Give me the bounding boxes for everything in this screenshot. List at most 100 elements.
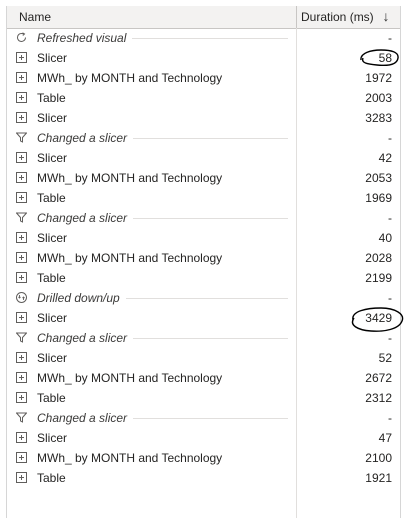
query-row[interactable]: Slicer 42 <box>7 148 400 168</box>
separator-line <box>133 338 288 339</box>
expand-icon[interactable] <box>16 72 27 83</box>
expand-icon[interactable] <box>16 432 27 443</box>
duration-value: 1969 <box>365 191 392 205</box>
query-row[interactable]: Table 1969 <box>7 188 400 208</box>
query-row[interactable]: Slicer 3429 <box>7 308 400 328</box>
event-row[interactable]: Changed a slicer - <box>7 408 400 428</box>
query-row[interactable]: Slicer 3283 <box>7 108 400 128</box>
row-label: Slicer <box>37 431 68 445</box>
event-row[interactable]: Drilled down/up - <box>7 288 400 308</box>
event-row[interactable]: Changed a slicer - <box>7 128 400 148</box>
expand-icon[interactable] <box>16 192 27 203</box>
query-row[interactable]: Table 2003 <box>7 88 400 108</box>
query-row[interactable]: Table 2312 <box>7 388 400 408</box>
row-label: Slicer <box>37 231 68 245</box>
duration-value: 52 <box>378 351 392 365</box>
row-label: MWh_ by MONTH and Technology <box>37 171 223 185</box>
duration-value: 2100 <box>365 451 392 465</box>
row-label: Table <box>37 471 66 485</box>
query-row[interactable]: MWh_ by MONTH and Technology 2028 <box>7 248 400 268</box>
separator-line <box>132 38 288 39</box>
duration-value: - <box>388 411 392 425</box>
row-label: Slicer <box>37 111 68 125</box>
row-label: Changed a slicer <box>37 131 128 145</box>
expand-icon[interactable] <box>16 92 27 103</box>
row-label: Slicer <box>37 311 68 325</box>
event-row[interactable]: Changed a slicer - <box>7 208 400 228</box>
query-row[interactable]: MWh_ by MONTH and Technology 1972 <box>7 68 400 88</box>
query-row[interactable]: MWh_ by MONTH and Technology 2672 <box>7 368 400 388</box>
row-label: Slicer <box>37 51 68 65</box>
row-label: MWh_ by MONTH and Technology <box>37 71 223 85</box>
expand-icon[interactable] <box>16 312 27 323</box>
row-label: MWh_ by MONTH and Technology <box>37 371 223 385</box>
row-label: Changed a slicer <box>37 331 128 345</box>
query-row[interactable]: Table 1921 <box>7 468 400 488</box>
separator-line <box>126 298 288 299</box>
duration-value: 1921 <box>365 471 392 485</box>
row-label: Table <box>37 191 66 205</box>
row-label: Changed a slicer <box>37 411 128 425</box>
expand-icon[interactable] <box>16 172 27 183</box>
expand-icon[interactable] <box>16 392 27 403</box>
filter-icon <box>15 212 28 223</box>
query-row[interactable]: Slicer 40 <box>7 228 400 248</box>
row-label: Slicer <box>37 151 68 165</box>
duration-value: 42 <box>378 151 392 165</box>
row-label: Table <box>37 91 66 105</box>
duration-value: - <box>388 291 392 305</box>
query-row[interactable]: Table 2199 <box>7 268 400 288</box>
refresh-icon <box>16 32 27 43</box>
query-row[interactable]: Slicer 52 <box>7 348 400 368</box>
expand-icon[interactable] <box>16 372 27 383</box>
row-label: MWh_ by MONTH and Technology <box>37 451 223 465</box>
separator-line <box>133 418 288 419</box>
filter-icon <box>15 332 28 343</box>
filter-icon <box>15 412 28 423</box>
header-divider[interactable] <box>296 6 297 28</box>
duration-value: 47 <box>378 431 392 445</box>
table-header: Name Duration (ms) ↓ <box>7 6 400 29</box>
duration-value: 2053 <box>365 171 392 185</box>
expand-icon[interactable] <box>16 232 27 243</box>
expand-icon[interactable] <box>16 452 27 463</box>
duration-value: 2003 <box>365 91 392 105</box>
sort-descending-arrow-down-icon[interactable]: ↓ <box>379 7 393 25</box>
column-header-duration[interactable]: Duration (ms) <box>301 10 374 24</box>
event-row[interactable]: Refreshed visual - <box>7 28 400 48</box>
duration-value: 2028 <box>365 251 392 265</box>
expand-icon[interactable] <box>16 52 27 63</box>
duration-value: 58 <box>378 51 392 65</box>
expand-icon[interactable] <box>16 252 27 263</box>
query-row[interactable]: Slicer 58 <box>7 48 400 68</box>
expand-icon[interactable] <box>16 152 27 163</box>
duration-value: 1972 <box>365 71 392 85</box>
duration-value: 40 <box>378 231 392 245</box>
expand-icon[interactable] <box>16 352 27 363</box>
expand-icon[interactable] <box>16 272 27 283</box>
expand-icon[interactable] <box>16 472 27 483</box>
row-label: Refreshed visual <box>37 31 127 45</box>
query-row[interactable]: MWh_ by MONTH and Technology 2100 <box>7 448 400 468</box>
duration-value: - <box>388 31 392 45</box>
duration-value: 3429 <box>365 311 392 325</box>
drill-icon <box>16 292 27 303</box>
duration-value: - <box>388 331 392 345</box>
row-label: Drilled down/up <box>37 291 120 305</box>
event-list: Refreshed visual - Slicer 58 MWh_ by MONTH a… <box>7 28 400 488</box>
duration-value: - <box>388 131 392 145</box>
query-row[interactable]: Slicer 47 <box>7 428 400 448</box>
query-row[interactable]: MWh_ by MONTH and Technology 2053 <box>7 168 400 188</box>
performance-analyzer-panel: Name Duration (ms) ↓ Refreshed visual - Sl… <box>6 6 401 518</box>
duration-value: 2199 <box>365 271 392 285</box>
row-label: MWh_ by MONTH and Technology <box>37 251 223 265</box>
expand-icon[interactable] <box>16 112 27 123</box>
separator-line <box>133 138 288 139</box>
column-header-name[interactable]: Name <box>19 10 51 24</box>
event-row[interactable]: Changed a slicer - <box>7 328 400 348</box>
duration-value: - <box>388 211 392 225</box>
duration-value: 3283 <box>365 111 392 125</box>
duration-value: 2312 <box>365 391 392 405</box>
row-label: Table <box>37 391 66 405</box>
row-label: Slicer <box>37 351 68 365</box>
